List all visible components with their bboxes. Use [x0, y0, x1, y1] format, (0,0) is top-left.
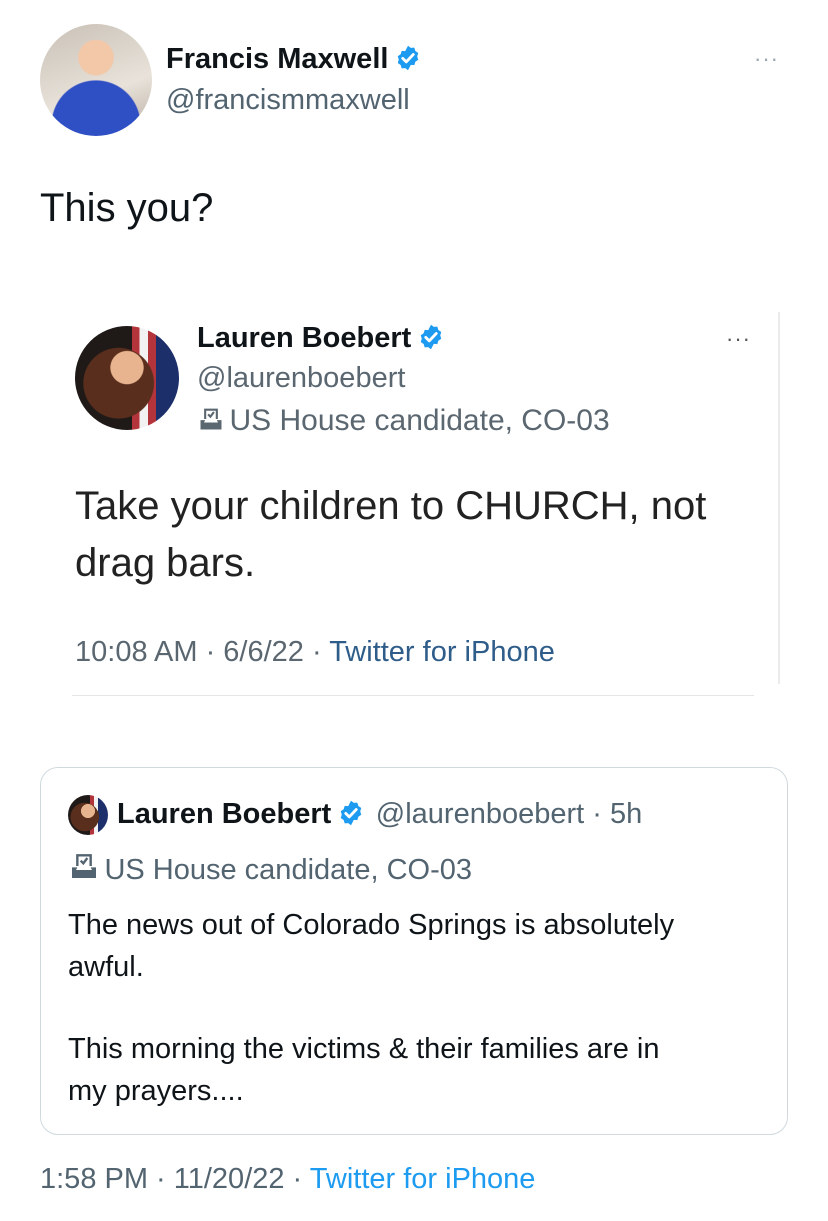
author-name-row[interactable]: Francis Maxwell — [166, 43, 422, 76]
screenshot-text-line1: Take your children to CHURCH, not — [75, 484, 707, 528]
screenshot-label: US House candidate, CO-03 — [229, 404, 610, 437]
quote-name: Lauren Boebert — [117, 798, 332, 830]
attached-screenshot[interactable]: Lauren Boebert ··· @laurenboebert US Hou… — [0, 300, 828, 710]
verified-badge-icon — [341, 800, 362, 826]
quote-text-line1: The news out of Colorado Springs is abso… — [68, 909, 675, 941]
screenshot-meta: 10:08 AM · 6/6/22 · Twitter for iPhone — [75, 636, 555, 669]
author-handle[interactable]: @francismmaxwell — [166, 84, 410, 117]
verified-badge-icon — [421, 324, 442, 350]
screenshot-edge — [778, 312, 780, 684]
screenshot-source: Twitter for iPhone — [329, 636, 555, 668]
screenshot-avatar — [75, 326, 179, 430]
verified-badge-icon — [398, 45, 419, 71]
quote-label: US House candidate, CO-03 — [104, 854, 472, 886]
quote-text-line3: This morning the victims & their familie… — [68, 1033, 660, 1065]
quote-text-line4: my prayers.... — [68, 1075, 244, 1107]
tweet-text: This you? — [40, 186, 214, 230]
tweet-timestamp[interactable]: 1:58 PM · 11/20/22 · — [40, 1163, 310, 1195]
quote-label-row: US House candidate, CO-03 — [68, 850, 472, 887]
screenshot-time: 10:08 AM · 6/6/22 · — [75, 636, 330, 668]
quote-avatar — [68, 795, 108, 835]
tweet-footer: 1:58 PM · 11/20/22 · Twitter for iPhone — [40, 1163, 535, 1196]
screenshot-name: Lauren Boebert — [197, 322, 412, 354]
screenshot-more-icon: ··· — [726, 326, 751, 351]
screenshot-divider — [72, 695, 754, 696]
more-dots-icon[interactable]: ··· — [754, 46, 779, 72]
screenshot-label-row: US House candidate, CO-03 — [197, 404, 610, 438]
quote-header: Lauren Boebert @laurenboebert · 5h — [117, 798, 642, 831]
quoted-tweet-card[interactable]: Lauren Boebert @laurenboebert · 5h US Ho… — [40, 767, 788, 1135]
ballot-box-icon — [72, 854, 96, 878]
tweet-source-link[interactable]: Twitter for iPhone — [310, 1163, 536, 1195]
author-name[interactable]: Francis Maxwell — [166, 43, 388, 75]
quote-text-line2: awful. — [68, 951, 144, 983]
screenshot-name-row: Lauren Boebert — [197, 322, 445, 355]
author-avatar[interactable] — [40, 24, 152, 136]
screenshot-handle: @laurenboebert — [197, 362, 406, 394]
screenshot-text-line2: drag bars. — [75, 541, 256, 585]
ballot-box-icon — [200, 408, 222, 430]
quote-handle-time: @laurenboebert · 5h — [375, 798, 643, 830]
